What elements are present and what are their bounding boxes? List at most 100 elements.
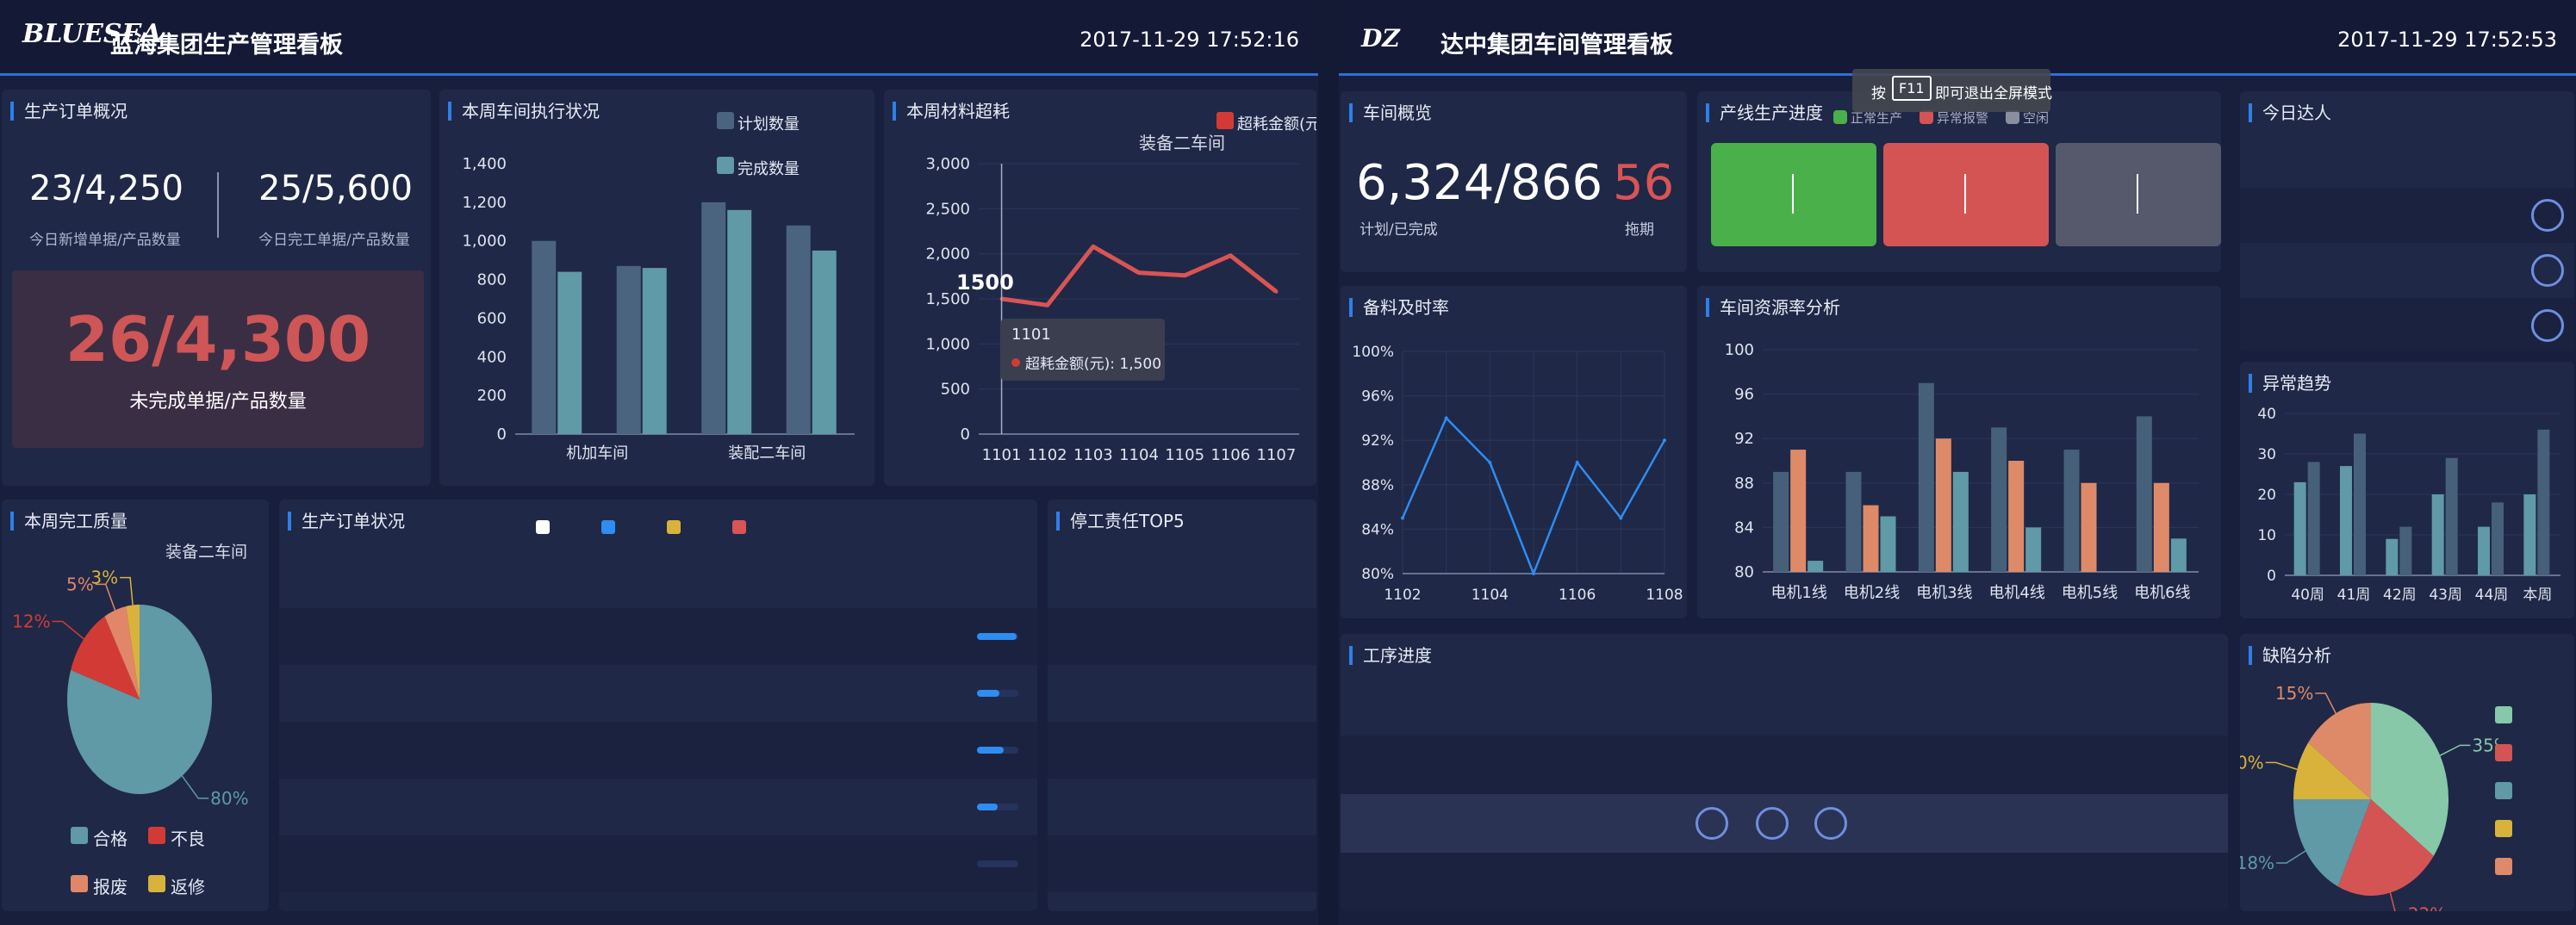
material-panel: 本周材料超耗 超耗金额(元 装备二车间 0 500 1,000 1,500 2,000 2… (884, 90, 1316, 486)
bar-1-1 (2354, 433, 2366, 575)
panel-title: 车间概览 (1349, 103, 1432, 122)
bar-3-0 (786, 225, 811, 434)
pie-leader-0 (181, 775, 209, 799)
y-tick-label: 80 (1734, 563, 1754, 581)
dz-logo: DZ (1361, 24, 1400, 53)
pie-leader-3 (2265, 761, 2298, 771)
pie-leader-0 (2439, 744, 2471, 756)
process-panel: 工序进度 (1341, 634, 2228, 911)
y-tick-label: 0 (497, 425, 507, 444)
y-tick-label: 2,000 (925, 245, 970, 264)
workshop-exec-chart: 0 200 400 600 800 1,000 1,200 1,400 机加车间 装配二车间 (462, 155, 855, 462)
table-header (1341, 686, 2228, 736)
y-tick-label: 2,500 (925, 200, 970, 218)
tooltip: 1101 超耗金额(元): 1,500 (1001, 319, 1165, 381)
x-tick-label: 机加车间 (566, 444, 628, 462)
bar-0-0 (2293, 481, 2306, 575)
material-chart: 05001,0001,5002,0002,5003,0001101 1102 110… (925, 155, 1299, 464)
y-tick-label: 80% (1361, 566, 1394, 583)
bar-0-1 (1790, 450, 1807, 572)
x-tick-label: 1102 (1384, 587, 1421, 604)
process-ring (1814, 807, 1847, 840)
table-row (1048, 779, 1316, 835)
point-3 (1137, 270, 1141, 275)
card-divider (2137, 174, 2138, 214)
bar-2-1 (1935, 438, 1951, 572)
pie-label-3: 10% (2240, 752, 2264, 773)
process-ring (1756, 807, 1789, 840)
panel-title: 生产订单状况 (288, 512, 405, 531)
workshop-overview-panel: 车间概览 6,324/866 计划/已完成 56 拖期 (1341, 91, 1687, 272)
pie-leader-3 (120, 576, 134, 605)
x-tick-label: 43周 (2429, 587, 2462, 604)
new-orders-label: 今日新增单据/产品数量 (29, 232, 181, 249)
tooltip-dot (1011, 358, 1020, 367)
y-tick-label: 1,000 (462, 233, 507, 251)
open-orders-box: 26/4,300 未完成单据/产品数量 (12, 270, 424, 448)
pie-label-3: 3% (90, 568, 118, 588)
bar-4-0 (2063, 450, 2080, 572)
point-4 (1183, 273, 1187, 277)
y-tick-label: 20 (2257, 487, 2276, 504)
bar-5-1 (2153, 482, 2169, 572)
table-row (2240, 243, 2574, 298)
bar-1-2 (1880, 516, 1896, 572)
pie-label-2: 5% (66, 574, 94, 594)
y-tick-label: 40 (2257, 406, 2276, 423)
y-tick-label: 88 (1734, 475, 1754, 493)
stop-top5-panel: 停工责任TOP5 (1048, 500, 1316, 911)
table-row (1341, 736, 2228, 794)
bar-3-1 (812, 250, 837, 434)
line-card-2 (1883, 143, 2049, 246)
pie-label-1: 12% (12, 611, 50, 631)
bar-0-2 (1808, 561, 1824, 572)
screen-bluesea: BLUESEA 蓝海集团生产管理看板 2017-11-29 17:52:16 生… (0, 0, 1318, 925)
pie-leader-2 (95, 583, 116, 611)
point-1 (1045, 303, 1049, 307)
y-tick-label: 88% (1361, 477, 1394, 494)
bar-0-1 (557, 271, 582, 434)
y-tick-label: 0 (961, 425, 970, 444)
legend-pass-swatch (71, 827, 88, 844)
table-row (1048, 608, 1316, 665)
line-cards (1697, 126, 2221, 272)
table-header (279, 555, 1037, 608)
process-table (1341, 686, 2228, 911)
y-tick-label: 800 (477, 271, 507, 289)
new-orders-value: 23/4,250 (29, 169, 184, 208)
legend-idle-swatch (2006, 110, 2019, 124)
x-tick-label: 1104 (1119, 446, 1159, 464)
bar-5-2 (2170, 538, 2187, 572)
table-row (2240, 298, 2574, 351)
x-tick-label: 1102 (1028, 446, 1067, 464)
bar-2-2 (1952, 471, 1969, 572)
x-tick-label: 电机5线 (2062, 584, 2118, 602)
efficiency-ring (2531, 254, 2564, 287)
tooltip-text: 超耗金额(元): 1,500 (1025, 356, 1162, 373)
y-tick-label: 92 (1734, 430, 1754, 448)
anomaly-chart: 0 10 20 30 40 40周 41周 42周 43周 44周 本周 (2257, 406, 2560, 604)
process-ring (1696, 807, 1728, 840)
top-people-table (2240, 140, 2574, 351)
material-rate-chart: 80% 84% 88% 92% 96% 100% 1102 1104 1106 1108 (1352, 344, 1683, 604)
x-tick-label: 1106 (1210, 446, 1250, 464)
header-datetime: 2017-11-29 17:52:53 (2337, 28, 2557, 52)
bar-4-1 (2081, 482, 2097, 572)
legend-swatch-3 (2495, 820, 2512, 837)
bar-1-0 (2340, 466, 2352, 575)
progress-fill (977, 633, 1017, 640)
pie-label-0: 80% (210, 788, 248, 809)
y-tick-label: 1,200 (462, 194, 507, 212)
efficiency-ring (2531, 309, 2564, 342)
y-tick-label: 600 (477, 309, 507, 327)
tooltip-title: 1101 (1011, 326, 1051, 344)
table-row (279, 835, 1037, 892)
legend-swatch-2 (667, 520, 681, 534)
card-divider (1792, 174, 1794, 214)
point-2 (1091, 245, 1095, 249)
pie-label-1: 22% (2408, 904, 2446, 911)
status-legend (536, 517, 880, 539)
bar-3-1 (2445, 457, 2458, 575)
point-3 (1532, 572, 1535, 575)
bar-5-0 (2523, 494, 2536, 575)
